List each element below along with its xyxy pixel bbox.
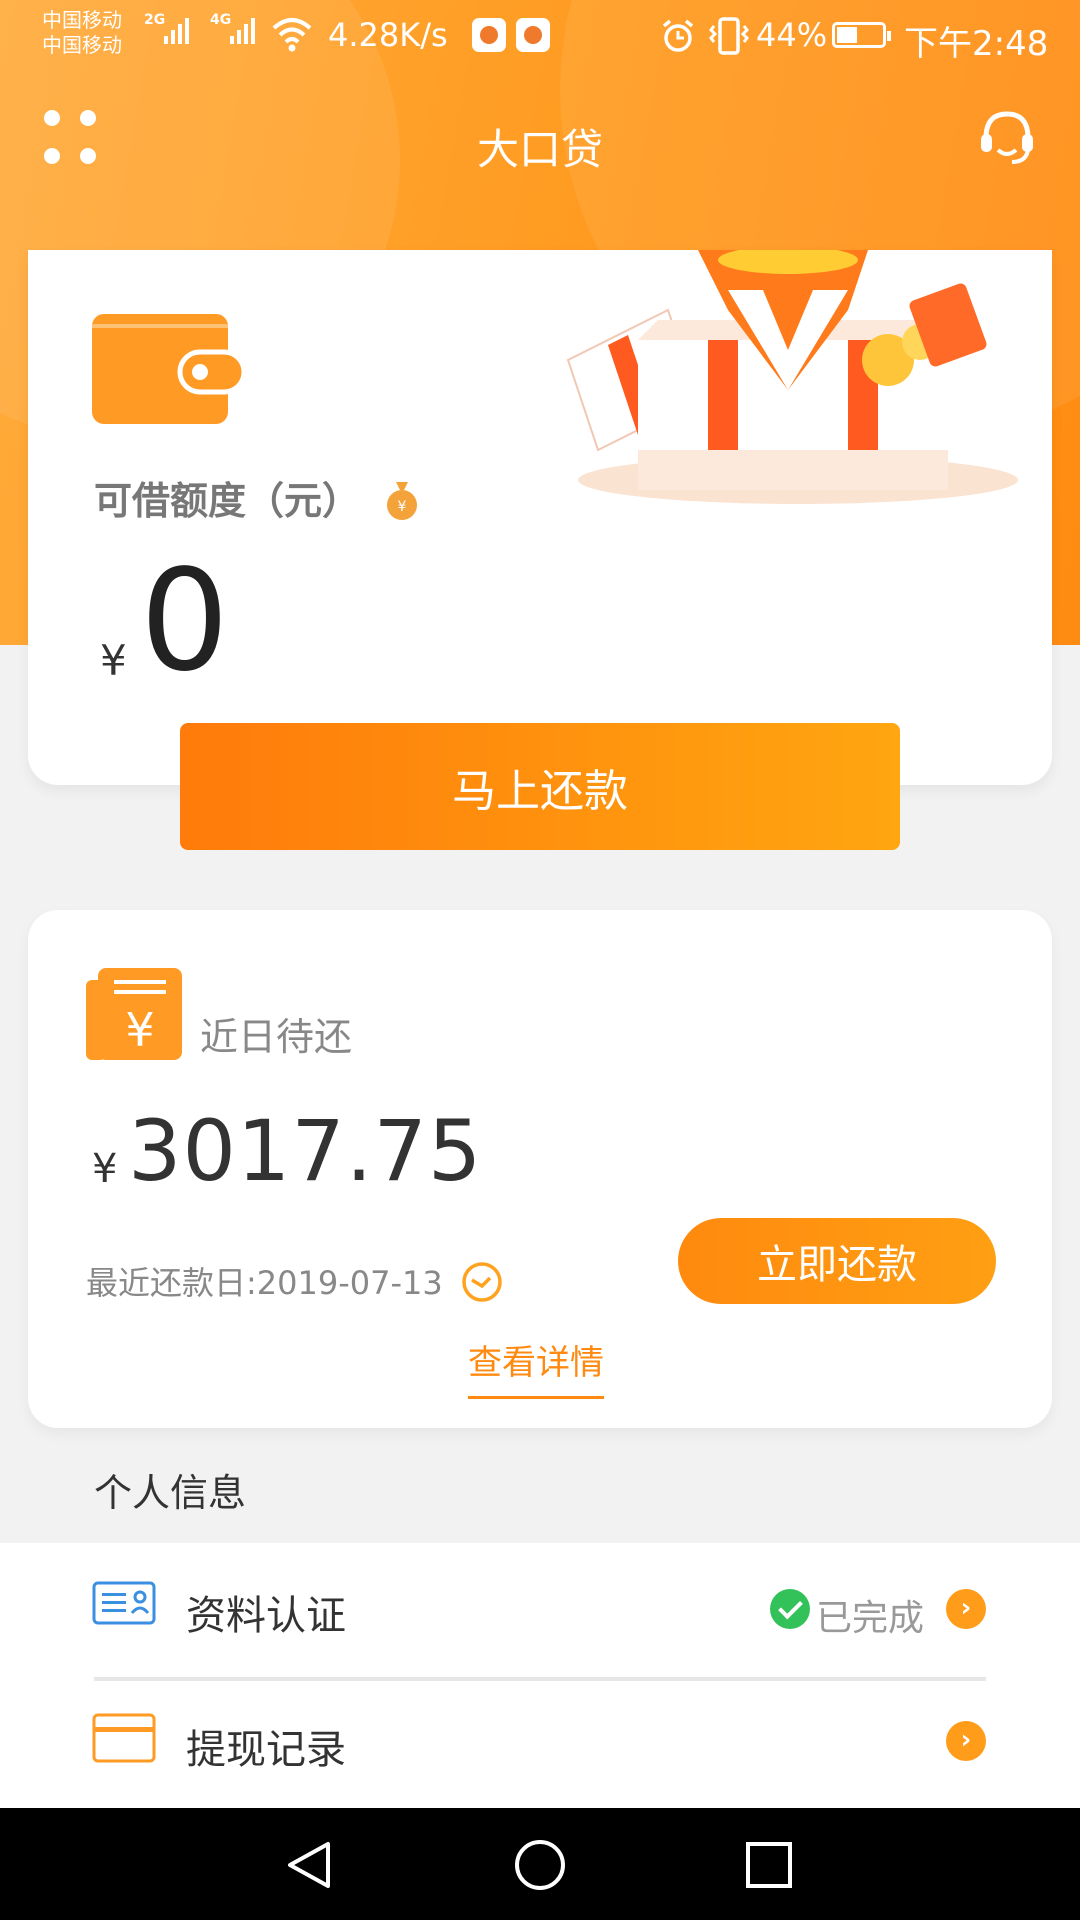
clock: 下午2:48 (904, 24, 1049, 64)
upcoming-repayment-card: ¥ 近日待还 ¥ 3017.75 最近还款日:2019-07-13 立即还款 查… (28, 910, 1052, 1428)
list-item-label: 提现记录 (186, 1727, 346, 1773)
battery-percent: 44% (756, 16, 828, 54)
credit-card-icon (92, 1713, 156, 1763)
recent-apps-icon[interactable] (742, 1838, 796, 1892)
svg-text:¥: ¥ (398, 499, 407, 515)
list-item-label: 资料认证 (186, 1593, 346, 1639)
wallet-icon (92, 314, 244, 424)
headset-icon[interactable] (976, 106, 1038, 168)
clock-icon (462, 1262, 502, 1302)
vibrate-icon (709, 17, 749, 55)
svg-text:¥: ¥ (125, 1003, 154, 1057)
personal-info-list: 资料认证 已完成 › 提现记录 › (0, 1543, 1080, 1808)
status-bar: 中国移动 中国移动 2G 4G 4.28K/s 44% 下午2:48 (0, 0, 1080, 75)
repayment-amount: 3017.75 (128, 1102, 483, 1200)
alarm-icon (662, 19, 694, 52)
chevron-right-icon: › (946, 1721, 986, 1761)
pay-immediately-button[interactable]: 立即还款 (678, 1218, 996, 1304)
due-date: 最近还款日:2019-07-13 (86, 1264, 443, 1302)
upcoming-repayment-label: 近日待还 (200, 1015, 353, 1059)
home-icon[interactable] (513, 1838, 567, 1892)
credit-limit-card: 可借额度（元） ¥ ¥ 0 (28, 250, 1052, 785)
check-icon (770, 1589, 810, 1629)
page-title: 大口贷 (476, 125, 603, 174)
currency-symbol: ¥ (100, 636, 127, 685)
battery-icon (832, 22, 891, 48)
view-details-link[interactable]: 查看详情 (468, 1335, 604, 1399)
sim2-network-type: 4G (210, 12, 232, 28)
back-icon[interactable] (282, 1838, 336, 1892)
divider (94, 1677, 986, 1681)
credit-limit-amount: 0 (140, 540, 230, 703)
chevron-right-icon: › (946, 1589, 986, 1629)
bill-icon: ¥ (86, 968, 182, 1060)
system-navigation-bar (0, 1808, 1080, 1920)
signal-icon (230, 18, 255, 44)
repay-now-button[interactable]: 马上还款 (180, 723, 900, 850)
notification-app-icon (472, 18, 506, 52)
money-bag-icon: ¥ (387, 482, 417, 520)
status-badge: 已完成 (816, 1598, 925, 1639)
list-item-withdrawal-records[interactable]: 提现记录 › (0, 1683, 1080, 1813)
gift-box-illustration (566, 250, 1018, 504)
credit-limit-label: 可借额度（元） (94, 479, 361, 523)
signal-icon (164, 18, 189, 44)
wifi-icon (272, 18, 312, 52)
list-item-profile-verification[interactable]: 资料认证 已完成 › (0, 1543, 1080, 1673)
carrier-label: 中国移动 中国移动 (42, 8, 122, 57)
id-card-icon (92, 1581, 156, 1625)
sim1-network-type: 2G (144, 12, 166, 28)
personal-info-title: 个人信息 (94, 1471, 247, 1515)
network-speed: 4.28K/s (328, 16, 448, 54)
currency-symbol: ¥ (92, 1146, 118, 1192)
notification-app-icon (516, 18, 550, 52)
